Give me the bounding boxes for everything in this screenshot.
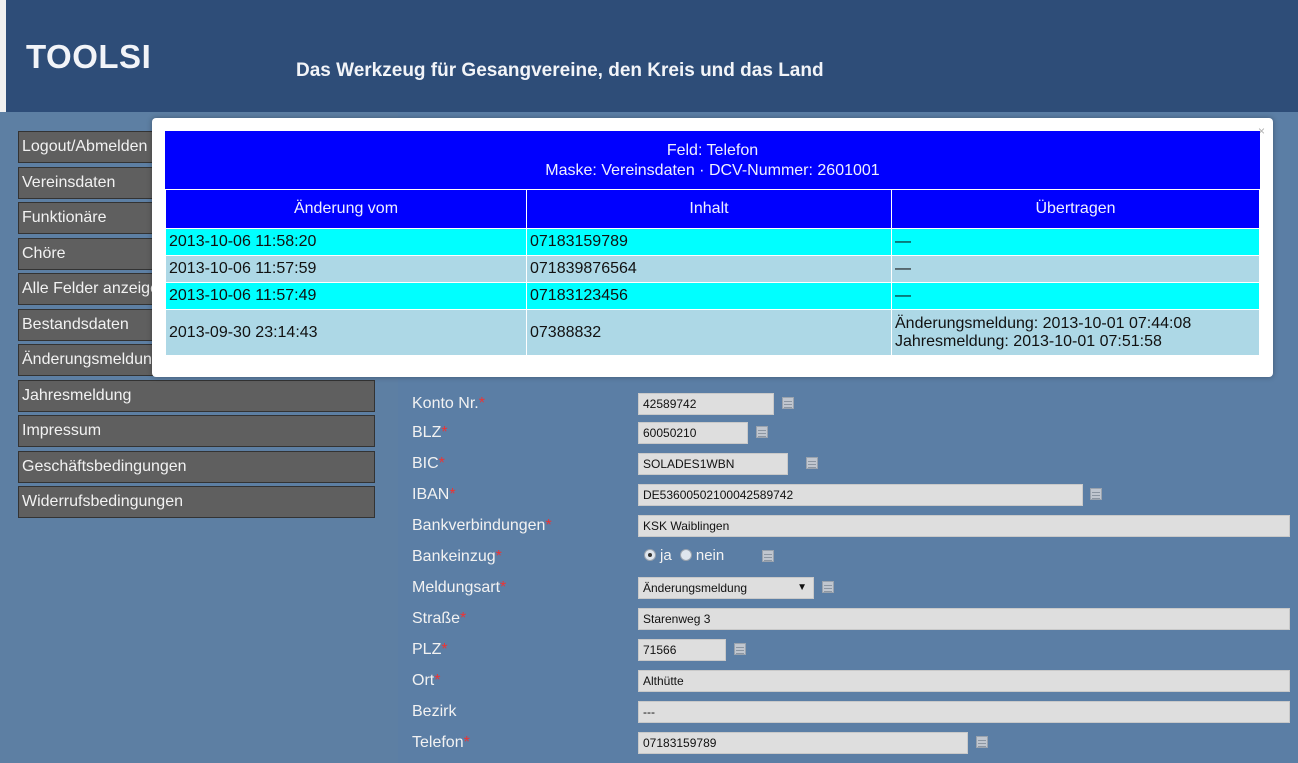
telefon-label: Telefon* [412,734,470,751]
konto-input[interactable]: 42589742 [638,393,774,415]
cell-sent: — [891,255,1260,283]
table-row: 2013-10-06 11:57:59 071839876564 — [165,255,1260,283]
cell-date: 2013-09-30 23:14:43 [165,309,527,356]
field-konto: Konto Nr.* 42589742 [412,393,1292,417]
calendar-icon[interactable] [756,426,768,438]
modal-header: Feld: Telefon Maske: Vereinsdaten · DCV-… [165,131,1260,189]
calendar-icon[interactable] [822,581,834,593]
field-ort: Ort* Althütte [412,670,1292,694]
meldungsart-select[interactable]: Änderungsmeldung ▼ [638,577,814,599]
modal-title-field: Feld: Telefon [666,142,759,159]
bankeinzug-radio-group: ja nein [640,547,724,564]
strasse-input[interactable]: Starenweg 3 [638,608,1290,630]
chevron-down-icon: ▼ [797,582,807,593]
table-header-row: Änderung vom Inhalt Übertragen [165,189,1260,229]
konto-label: Konto Nr.* [412,395,485,412]
sent-aenderungsmeldung: Änderungsmeldung: 2013-10-01 07:44:08 [895,314,1192,332]
calendar-icon[interactable] [782,397,794,409]
field-strasse: Straße* Starenweg 3 [412,608,1292,632]
cell-date: 2013-10-06 11:57:49 [165,282,527,310]
cell-content: 07183159789 [526,228,892,256]
column-header-content: Inhalt [526,189,892,229]
field-meldungsart: Meldungsart* Änderungsmeldung ▼ [412,577,1292,601]
field-bankeinzug: Bankeinzug* ja nein [412,546,1292,570]
field-iban: IBAN* DE53600502100042589742 [412,484,1292,508]
bezirk-label: Bezirk [412,703,457,720]
iban-input[interactable]: DE53600502100042589742 [638,484,1083,506]
field-blz: BLZ* 60050210 [412,422,1292,446]
column-header-date: Änderung vom [165,189,527,229]
field-plz: PLZ* 71566 [412,639,1292,663]
menu-item-geschaeftsbedingungen[interactable]: Geschäftsbedingungen [18,450,375,483]
iban-label: IBAN* [412,486,456,503]
menu-item-widerrufsbedingungen[interactable]: Widerrufsbedingungen [18,486,375,518]
calendar-icon[interactable] [806,457,818,469]
radio-nein[interactable] [679,549,692,562]
field-telefon: Telefon* 07183159789 [412,732,1292,756]
table-row: 2013-10-06 11:58:20 07183159789 — [165,228,1260,256]
radio-ja[interactable] [644,549,656,562]
blz-label: BLZ* [412,424,448,441]
calendar-icon[interactable] [762,550,774,562]
bezirk-input[interactable]: --- [638,701,1290,723]
app-title: TOOLSI [26,38,152,75]
plz-label: PLZ* [412,641,448,658]
app-header: TOOLSI Das Werkzeug für Gesangvereine, d… [0,0,1298,112]
table-row: 2013-10-06 11:57:49 07183123456 — [165,282,1260,310]
cell-content: 071839876564 [526,255,892,283]
bank-input[interactable]: KSK Waiblingen [638,515,1290,537]
telefon-input[interactable]: 07183159789 [638,732,968,754]
calendar-icon[interactable] [734,643,746,655]
meldungsart-value: Änderungsmeldung [643,581,748,595]
calendar-icon[interactable] [976,736,988,748]
cell-date: 2013-10-06 11:57:59 [165,255,527,283]
history-table: Änderung vom Inhalt Übertragen 2013-10-0… [165,189,1260,356]
radio-nein-label: nein [695,547,725,564]
field-bic: BIC* SOLADES1WBN [412,453,1292,477]
bic-label: BIC* [412,455,445,472]
ort-label: Ort* [412,672,441,689]
calendar-icon[interactable] [1090,488,1102,500]
bankeinzug-label: Bankeinzug* [412,548,502,565]
history-modal: × Feld: Telefon Maske: Vereinsdaten · DC… [152,118,1273,377]
ort-input[interactable]: Althütte [638,670,1290,692]
modal-title-mask: Maske: Vereinsdaten · DCV-Nummer: 260100… [545,162,880,179]
bank-label: Bankverbindungen* [412,517,552,534]
column-header-sent: Übertragen [891,189,1260,229]
field-bank: Bankverbindungen* KSK Waiblingen [412,515,1292,539]
cell-content: 07388832 [526,309,892,356]
plz-input[interactable]: 71566 [638,639,726,661]
radio-ja-label: ja [660,547,672,564]
field-bezirk: Bezirk --- [412,701,1292,725]
cell-sent: Änderungsmeldung: 2013-10-01 07:44:08 Ja… [891,309,1260,356]
strasse-label: Straße* [412,610,467,627]
cell-sent: — [891,228,1260,256]
cell-content: 07183123456 [526,282,892,310]
table-row: 2013-09-30 23:14:43 07388832 Änderungsme… [165,309,1260,356]
cell-date: 2013-10-06 11:58:20 [165,228,527,256]
bic-input[interactable]: SOLADES1WBN [638,453,788,475]
menu-item-impressum[interactable]: Impressum [18,415,375,447]
meldungsart-label: Meldungsart* [412,579,507,596]
menu-item-jahresmeldung[interactable]: Jahresmeldung [18,379,375,412]
blz-input[interactable]: 60050210 [638,422,748,444]
sent-jahresmeldung: Jahresmeldung: 2013-10-01 07:51:58 [895,332,1162,350]
app-subtitle: Das Werkzeug für Gesangvereine, den Krei… [296,60,824,81]
cell-sent: — [891,282,1260,310]
